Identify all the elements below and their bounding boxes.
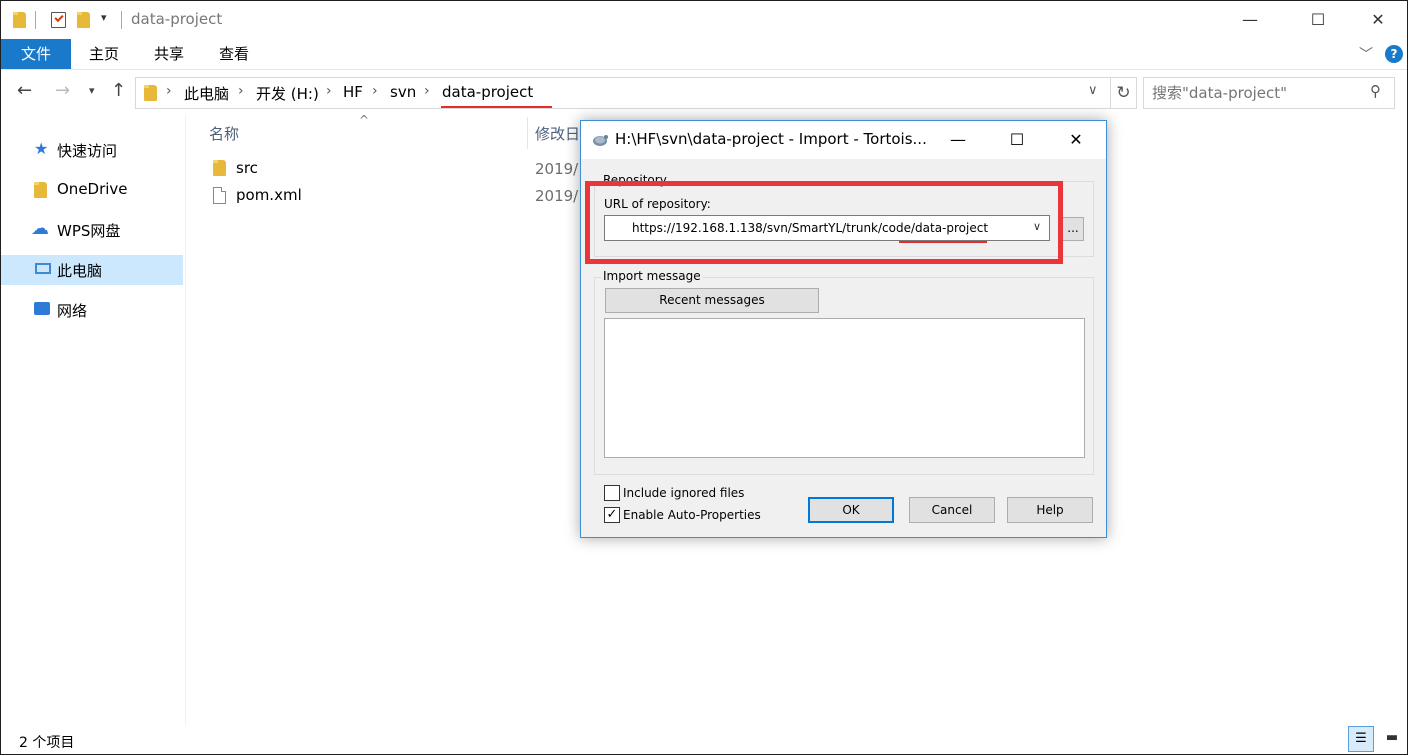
network-icon [34,302,50,315]
folder-icon [213,160,226,176]
close-button[interactable]: ✕ [1053,121,1099,159]
navigation-pane: ★ 快速访问 OneDrive ☁ WPS网盘 此电脑 网络 [1,115,186,725]
list-item[interactable]: src [203,156,563,182]
address-row: ← → ▾ ↑ › 此电脑 › 开发 (H:) › HF › svn › dat… [1,69,1407,115]
sort-ascending-icon: ^ [359,113,370,127]
tab-share[interactable]: 共享 [146,39,192,69]
dialog-title: H:\HF\svn\data-project - Import - Tortoi… [615,130,927,148]
maximize-button[interactable]: ☐ [994,121,1040,159]
list-item[interactable]: pom.xml [203,183,563,209]
import-dialog: H:\HF\svn\data-project - Import - Tortoi… [580,120,1107,538]
explorer-window: ▾ data-project — ☐ ✕ 文件 主页 共享 查看 ﹀ ? ← →… [0,0,1408,755]
folder-icon [34,182,47,198]
minimize-button[interactable]: — [1227,1,1273,39]
group-label: Import message [601,269,703,283]
help-icon[interactable]: ? [1385,45,1403,63]
sidebar-item-label: OneDrive [57,180,128,198]
sidebar-item-quick-access[interactable]: ★ 快速访问 [1,135,183,165]
back-arrow-icon[interactable]: ← [17,80,32,101]
tab-file[interactable]: 文件 [1,39,71,69]
ribbon-tabs: 文件 主页 共享 查看 ﹀ ? [1,39,1407,69]
browse-button[interactable]: ... [1062,217,1084,241]
title-bar: ▾ data-project — ☐ ✕ [1,1,1407,39]
search-box[interactable]: ⚲ [1143,77,1395,109]
breadcrumb-hf[interactable]: HF [343,83,363,101]
column-header-name[interactable]: 名称 [209,123,239,144]
tab-home[interactable]: 主页 [81,39,127,69]
sidebar-item-wps[interactable]: ☁ WPS网盘 [1,215,183,245]
import-message-textarea[interactable] [604,318,1085,458]
folder-icon [13,12,26,28]
divider [35,11,36,29]
recent-messages-button[interactable]: Recent messages [605,288,819,313]
chevron-down-icon[interactable]: ﹀ [1359,44,1373,64]
up-arrow-icon[interactable]: ↑ [111,80,126,101]
auto-properties-checkbox[interactable]: ✓ [604,507,620,523]
computer-icon [35,263,51,274]
cancel-button[interactable]: Cancel [909,497,995,523]
item-count: 2 个项目 [19,735,75,751]
chevron-right-icon[interactable]: › [372,83,378,99]
file-name: pom.xml [236,186,302,204]
include-ignored-checkbox[interactable] [604,485,620,501]
search-icon[interactable]: ⚲ [1370,82,1381,100]
tab-view[interactable]: 查看 [211,39,257,69]
cloud-icon: ☁ [31,218,49,239]
chevron-right-icon[interactable]: › [166,83,172,99]
large-icons-view-icon[interactable]: ▬ [1379,726,1405,752]
include-ignored-label[interactable]: Include ignored files [623,486,744,500]
properties-check-icon[interactable] [51,12,66,28]
file-name: src [236,159,258,177]
star-icon: ★ [34,139,49,158]
maximize-button[interactable]: ☐ [1295,1,1341,39]
chevron-right-icon[interactable]: › [326,83,332,99]
auto-properties-label[interactable]: Enable Auto-Properties [623,508,761,522]
details-view-icon[interactable]: ☰ [1348,726,1374,752]
recent-locations-icon[interactable]: ▾ [89,84,95,97]
sidebar-item-label: 此电脑 [57,262,103,280]
folder-icon [144,85,157,101]
file-icon [213,187,226,204]
chevron-down-icon[interactable]: ∨ [1088,83,1098,98]
forward-arrow-icon[interactable]: → [55,80,70,101]
close-button[interactable]: ✕ [1355,1,1401,39]
column-divider[interactable] [527,117,528,149]
divider [121,11,122,29]
sidebar-item-label: 网络 [57,302,88,320]
red-highlight-box [585,181,1063,264]
customize-toolbar-icon[interactable]: ▾ [101,11,107,24]
sidebar-item-onedrive[interactable]: OneDrive [1,175,183,205]
column-header-modified[interactable]: 修改日 [535,123,580,144]
minimize-button[interactable]: — [935,121,981,159]
sidebar-item-network[interactable]: 网络 [1,295,183,325]
sidebar-item-label: 快速访问 [57,142,118,160]
sidebar-item-label: WPS网盘 [57,222,121,240]
window-title: data-project [131,10,223,28]
chevron-right-icon[interactable]: › [424,83,430,99]
sidebar-item-this-pc[interactable]: 此电脑 [1,255,183,285]
red-underline-annotation [441,106,552,108]
tortoise-icon [593,135,608,146]
breadcrumb-drive[interactable]: 开发 (H:) [256,83,319,104]
address-bar[interactable]: › 此电脑 › 开发 (H:) › HF › svn › data-projec… [135,77,1111,109]
status-bar: 2 个项目 ☰ ▬ [1,725,1407,755]
search-input[interactable] [1152,84,1352,102]
dialog-title-bar: H:\HF\svn\data-project - Import - Tortoi… [581,121,1106,159]
chevron-right-icon[interactable]: › [238,83,244,99]
new-folder-icon[interactable] [77,12,90,28]
breadcrumb-data-project[interactable]: data-project [442,83,533,101]
refresh-icon[interactable]: ↻ [1111,77,1137,109]
breadcrumb-this-pc[interactable]: 此电脑 [184,83,229,104]
breadcrumb-svn[interactable]: svn [390,83,416,101]
help-button[interactable]: Help [1007,497,1093,523]
ok-button[interactable]: OK [808,497,894,523]
